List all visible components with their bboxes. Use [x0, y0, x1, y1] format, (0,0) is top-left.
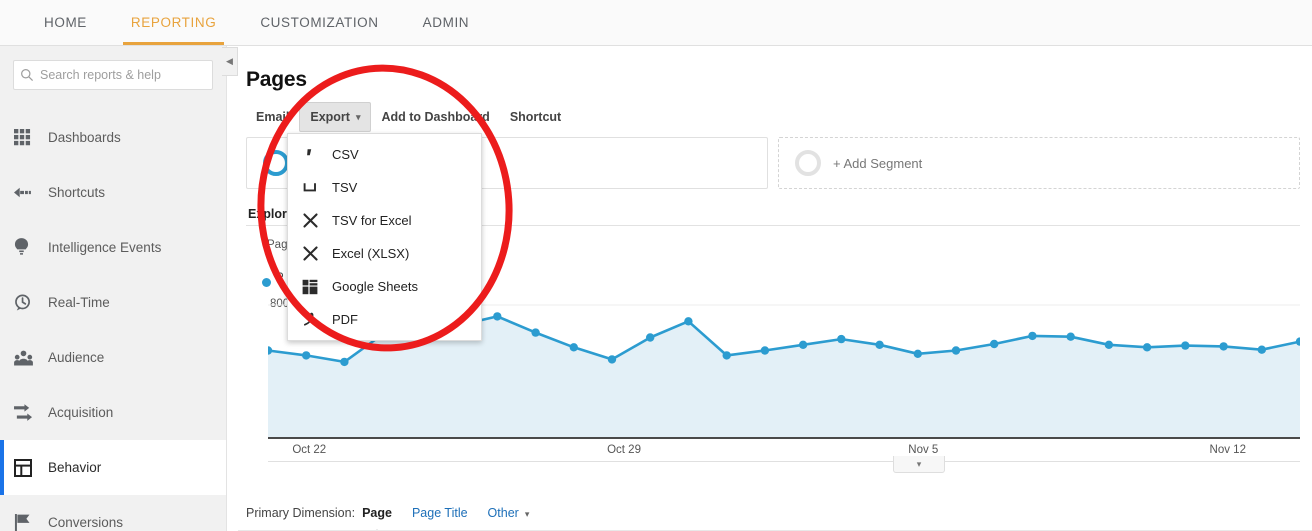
sidebar-item-label: Audience — [48, 350, 104, 365]
flag-icon — [14, 514, 48, 531]
tab-icon — [302, 180, 332, 196]
sidebar-item-behavior[interactable]: Behavior — [0, 440, 226, 495]
pdf-icon — [302, 311, 332, 328]
chevron-down-icon: ▾ — [356, 112, 361, 123]
search-input[interactable] — [40, 68, 212, 82]
topnav-item-customization[interactable]: CUSTOMIZATION — [238, 0, 400, 45]
sidebar-item-dashboards[interactable]: Dashboards — [0, 110, 226, 165]
export-option-csv[interactable]: CSV — [288, 138, 481, 171]
export-option-label: CSV — [332, 147, 359, 162]
analytics-page: HOME REPORTING CUSTOMIZATION ADMIN — [0, 0, 1312, 531]
add-to-dashboard-button[interactable]: Add to Dashboard — [371, 102, 499, 132]
search-icon — [14, 68, 40, 82]
arrow-left-dashed-icon — [14, 185, 48, 200]
page-title: Pages — [238, 46, 1312, 102]
topnav-label: REPORTING — [131, 15, 216, 30]
add-segment-button[interactable]: + Add Segment — [778, 137, 1300, 189]
x-axis-tick: Nov 5 — [908, 444, 938, 456]
report-toolbar: Email Export ▾ Add to Dashboard Shortcut — [238, 102, 1312, 132]
export-option-label: Google Sheets — [332, 279, 418, 294]
x-axis-tick: Oct 22 — [292, 444, 326, 456]
sidebar-item-label: Acquisition — [48, 405, 113, 420]
primary-dimension-row: Primary Dimension: Page Page Title Other… — [246, 506, 529, 520]
topnav-item-home[interactable]: HOME — [22, 0, 109, 45]
topnav-label: CUSTOMIZATION — [260, 15, 378, 30]
sidebar-collapse-button[interactable]: ◀ — [222, 47, 238, 76]
export-option-label: TSV — [332, 180, 357, 195]
topnav-label: ADMIN — [423, 15, 470, 30]
comma-icon — [302, 147, 332, 163]
topnav-item-reporting[interactable]: REPORTING — [109, 0, 238, 45]
export-option-label: PDF — [332, 312, 358, 327]
primary-dimension-selected[interactable]: Page — [362, 506, 392, 520]
sidebar-item-label: Dashboards — [48, 130, 121, 145]
sidebar: Dashboards Shortcuts — [0, 46, 227, 531]
email-button[interactable]: Email — [246, 102, 299, 132]
sidebar-item-acquisition[interactable]: Acquisition — [0, 385, 226, 440]
search-box[interactable] — [13, 60, 213, 90]
shortcut-button-label: Shortcut — [510, 110, 561, 124]
collapse-arrow-icon: ◀ — [226, 56, 233, 67]
primary-dimension-other-label: Other — [488, 506, 519, 520]
sidebar-item-shortcuts[interactable]: Shortcuts — [0, 165, 226, 220]
primary-dimension-label: Primary Dimension: — [246, 506, 355, 520]
chart-collapse-button[interactable]: ▾ — [893, 456, 945, 473]
export-option-google-sheets[interactable]: Google Sheets — [288, 270, 481, 303]
donut-gray-icon — [795, 150, 821, 176]
excel-x-icon — [302, 245, 332, 262]
sidebar-item-label: Behavior — [48, 460, 101, 475]
sidebar-item-audience[interactable]: Audience — [0, 330, 226, 385]
layout-icon — [14, 459, 48, 477]
lightbulb-icon — [14, 238, 48, 257]
sidebar-item-real-time[interactable]: Real-Time — [0, 275, 226, 330]
chevron-down-icon: ▾ — [525, 509, 530, 519]
sidebar-item-intelligence-events[interactable]: Intelligence Events — [0, 220, 226, 275]
sidebar-item-label: Conversions — [48, 515, 123, 530]
x-axis: Oct 22 Oct 29 Nov 5 Nov 12 — [268, 437, 1300, 461]
clock-icon — [14, 294, 48, 312]
sheets-grid-icon — [302, 279, 332, 295]
people-icon — [14, 350, 48, 366]
x-axis-tick: Nov 12 — [1210, 444, 1246, 456]
primary-dimension-other[interactable]: Other ▾ — [488, 506, 530, 520]
chevron-down-icon: ▾ — [917, 459, 922, 470]
export-button-label: Export — [310, 110, 350, 124]
export-button[interactable]: Export ▾ — [299, 102, 371, 132]
topnav-label: HOME — [44, 15, 87, 30]
primary-dimension-page-title[interactable]: Page Title — [412, 506, 468, 520]
x-axis-tick: Oct 29 — [607, 444, 641, 456]
sidebar-search-wrapper — [0, 46, 226, 96]
grid-icon — [14, 129, 48, 146]
arrows-right-icon — [14, 404, 48, 422]
email-button-label: Email — [256, 110, 289, 124]
export-option-pdf[interactable]: PDF — [288, 303, 481, 336]
sidebar-item-label: Real-Time — [48, 295, 110, 310]
add-segment-label: + Add Segment — [833, 156, 922, 171]
donut-blue-icon — [263, 150, 289, 176]
shortcut-button[interactable]: Shortcut — [500, 102, 571, 132]
sidebar-item-label: Intelligence Events — [48, 240, 161, 255]
sidebar-item-conversions[interactable]: Conversions — [0, 495, 226, 531]
sidebar-nav-list: Dashboards Shortcuts — [0, 110, 226, 531]
export-option-excel-xlsx[interactable]: Excel (XLSX) — [288, 237, 481, 270]
x-axis-baseline — [268, 461, 1300, 462]
add-to-dashboard-label: Add to Dashboard — [381, 110, 489, 124]
sidebar-item-label: Shortcuts — [48, 185, 105, 200]
excel-x-icon — [302, 212, 332, 229]
top-navigation: HOME REPORTING CUSTOMIZATION ADMIN — [0, 0, 1312, 46]
topnav-item-admin[interactable]: ADMIN — [401, 0, 492, 45]
export-option-tsv[interactable]: TSV — [288, 171, 481, 204]
export-option-label: Excel (XLSX) — [332, 246, 409, 261]
export-option-tsv-for-excel[interactable]: TSV for Excel — [288, 204, 481, 237]
export-option-label: TSV for Excel — [332, 213, 411, 228]
export-dropdown-menu: CSV TSV TSV for Excel — [287, 133, 482, 341]
